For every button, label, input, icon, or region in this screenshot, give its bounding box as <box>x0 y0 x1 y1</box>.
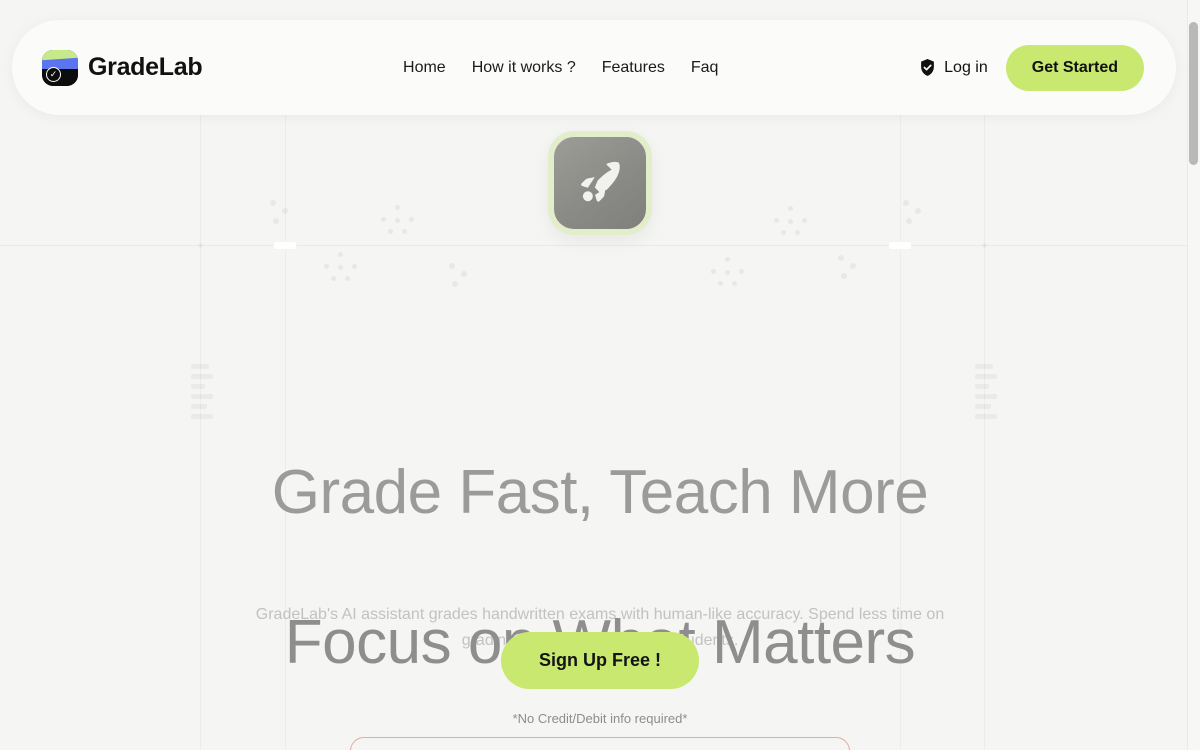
login-button[interactable]: Log in <box>919 58 988 77</box>
no-credit-card-note: *No Credit/Debit info required* <box>512 711 688 726</box>
brand-name: GradeLab <box>88 53 203 81</box>
nav-actions: Log in Get Started <box>919 44 1144 91</box>
main-nav: Home How it works ? Features Faq <box>403 59 718 77</box>
nav-item-features[interactable]: Features <box>602 59 665 77</box>
nav-item-home[interactable]: Home <box>403 59 446 77</box>
preview-panel <box>350 737 850 750</box>
gradelab-logo-icon: ✓ <box>42 49 78 86</box>
login-label: Log in <box>944 58 988 76</box>
shield-check-icon <box>919 58 936 77</box>
nav-item-faq[interactable]: Faq <box>691 59 719 77</box>
rocket-icon <box>548 131 652 235</box>
brand-logo[interactable]: ✓ GradeLab <box>42 49 203 86</box>
hero-actions: Sign Up Free ! *No Credit/Debit info req… <box>0 632 1200 726</box>
page-title: Grade Fast, Teach More <box>271 458 929 527</box>
checkmark-badge-icon: ✓ <box>46 66 61 82</box>
sign-up-free-button[interactable]: Sign Up Free ! <box>500 632 699 689</box>
nav-item-how-it-works[interactable]: How it works ? <box>472 59 576 77</box>
top-navigation-bar: ✓ GradeLab Home How it works ? Features … <box>12 20 1176 115</box>
landing-page: Grade Fast, Teach More GradeLab's AI ass… <box>0 0 1200 750</box>
get-started-button[interactable]: Get Started <box>1005 44 1144 91</box>
page-scrollbar-thumb[interactable] <box>1189 22 1198 165</box>
